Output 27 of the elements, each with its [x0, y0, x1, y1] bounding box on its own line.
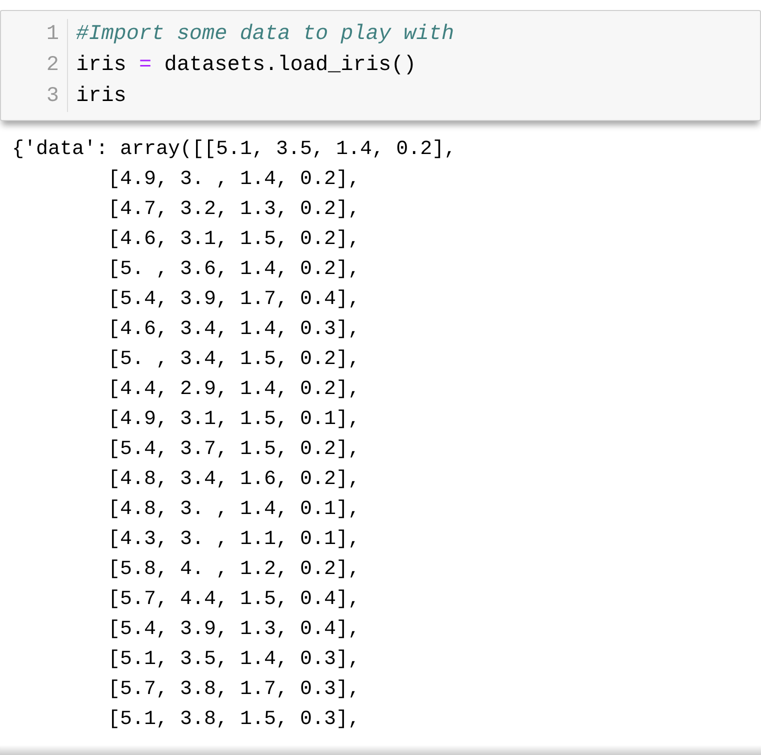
- line-number: 2: [46, 53, 59, 79]
- output-line: [4.7, 3.2, 1.3, 0.2],: [107, 197, 360, 223]
- output-line: [5.4, 3.9, 1.7, 0.4],: [107, 287, 360, 313]
- code-line: #Import some data to play with: [76, 22, 454, 48]
- code-cell[interactable]: 1 2 3 #Import some data to play with iris = datasets.load_iris() iris: [0, 10, 761, 121]
- output-line: [4.4, 2.9, 1.4, 0.2],: [107, 377, 360, 403]
- output-line: [4.8, 3.4, 1.6, 0.2],: [107, 467, 360, 493]
- output-line: [4.9, 3. , 1.4, 0.2],: [107, 167, 360, 193]
- line-number: 1: [46, 22, 59, 48]
- output-line: [5.1, 3.5, 1.4, 0.3],: [107, 647, 360, 673]
- output-line: [4.6, 3.1, 1.5, 0.2],: [107, 227, 360, 253]
- output-line: [5. , 3.6, 1.4, 0.2],: [107, 257, 360, 283]
- output-line: [4.9, 3.1, 1.5, 0.1],: [107, 407, 360, 433]
- output-line: [4.3, 3. , 1.1, 0.1],: [107, 527, 360, 553]
- line-number: 3: [46, 84, 59, 110]
- output-line: [5.8, 4. , 1.2, 0.2],: [107, 557, 360, 583]
- output-line: [5.4, 3.7, 1.5, 0.2],: [107, 437, 360, 463]
- output-line: [5.4, 3.9, 1.3, 0.4],: [107, 617, 360, 643]
- code-line: iris = datasets.load_iris(): [76, 53, 418, 79]
- output-line: [4.6, 3.4, 1.4, 0.3],: [107, 317, 360, 343]
- code-line: iris: [76, 84, 128, 110]
- output-line: [5.7, 3.8, 1.7, 0.3],: [107, 677, 360, 703]
- output-line: {'data': array([[5.1, 3.5, 1.4, 0.2],: [12, 137, 456, 163]
- output-line: [4.8, 3. , 1.4, 0.1],: [107, 497, 360, 523]
- output-line: [5.1, 3.8, 1.5, 0.3],: [107, 707, 360, 733]
- output-line: [5.7, 4.4, 1.5, 0.4],: [107, 587, 360, 613]
- output-line: [5. , 3.4, 1.5, 0.2],: [107, 347, 360, 373]
